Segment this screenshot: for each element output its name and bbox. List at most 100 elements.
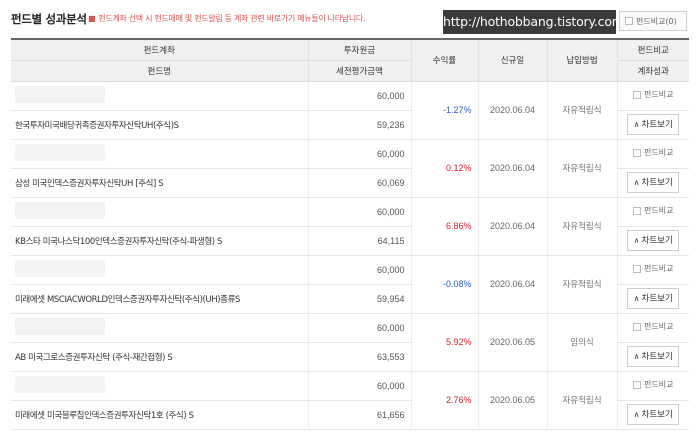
principal-cell: 60,000 [307, 313, 411, 343]
compare-cell[interactable]: 펀드비교 [616, 81, 689, 111]
eval-amount-cell: 61,656 [307, 400, 411, 430]
account-cell[interactable] [11, 255, 308, 285]
col-payment-method: 납입방법 [546, 38, 617, 82]
account-cell[interactable] [11, 81, 308, 111]
compare-checkbox[interactable]: 펀드비교 [633, 147, 673, 158]
payment-method-cell: 자유적립식 [546, 255, 617, 314]
compare-label: 펀드비교 [644, 322, 674, 332]
notice-text: ■ 펀드계좌 선택 시 펀드매매 및 펀드알림 등 계좌 관련 바로가기 메뉴들이… [88, 13, 366, 24]
col-fund-name: 펀드명 [11, 60, 308, 82]
chart-cell: ∧ 차트보기 [616, 342, 689, 372]
compare-label: 펀드비교 [644, 148, 674, 158]
fund-name-cell[interactable]: 미래에셋 미국블루칩인덱스증권투자신탁1호 (주식) S [11, 400, 308, 430]
masked-account [15, 143, 105, 161]
fund-performance-table: 펀드계좌 투자원금 수익률 신규일 납입방법 펀드비교 펀드명 세전평가금액 계… [11, 38, 689, 430]
return-rate-cell: -1.27% [410, 81, 478, 140]
fund-name-cell[interactable]: 삼성 미국인덱스증권자투자신탁UH [주식] S [11, 168, 308, 198]
fund-name-cell[interactable]: 한국투자미국배당귀족증권자투자신탁UH(주식)S [11, 110, 308, 140]
fund-row-top: 60,000 5.92% 2020.06.05 임의식 펀드비교 [11, 313, 689, 372]
new-date-cell: 2020.06.05 [477, 313, 547, 372]
eval-amount-cell: 59,236 [307, 110, 411, 140]
caret-up-icon: ∧ [633, 120, 640, 129]
account-cell[interactable] [11, 139, 308, 169]
account-cell[interactable] [11, 197, 308, 227]
chart-cell: ∧ 차트보기 [616, 168, 689, 198]
compare-cell[interactable]: 펀드비교 [616, 255, 689, 285]
principal-cell: 60,000 [307, 139, 411, 169]
col-return-rate: 수익률 [410, 38, 478, 82]
eval-amount-cell: 60,069 [307, 168, 411, 198]
chart-cell: ∧ 차트보기 [616, 226, 689, 256]
caret-up-icon: ∧ [633, 236, 640, 245]
chart-view-button[interactable]: ∧ 차트보기 [627, 404, 680, 425]
return-rate-cell: 2.76% [410, 371, 478, 430]
chart-view-label: 차트보기 [641, 236, 673, 246]
new-date-cell: 2020.06.05 [477, 371, 547, 430]
compare-cell[interactable]: 펀드비교 [616, 197, 689, 227]
col-compare: 펀드비교 [616, 38, 689, 61]
chart-view-button[interactable]: ∧ 차트보기 [627, 346, 680, 367]
col-account: 펀드계좌 [11, 38, 308, 61]
bullet-icon: ■ [88, 14, 96, 23]
new-date-cell: 2020.06.04 [477, 255, 547, 314]
fund-name-cell[interactable]: AB 미국그로스증권투자신탁 (주식-재간접형) S [11, 342, 308, 372]
return-rate-cell: 0.12% [410, 139, 478, 198]
chart-view-button[interactable]: ∧ 차트보기 [627, 230, 680, 251]
chart-view-button[interactable]: ∧ 차트보기 [627, 172, 680, 193]
col-principal: 투자원금 [307, 38, 411, 61]
fund-row-top: 60,000 2.76% 2020.06.05 자유적립식 펀드비교 [11, 371, 689, 430]
caret-up-icon: ∧ [633, 294, 640, 303]
checkbox-icon [633, 206, 642, 215]
caret-up-icon: ∧ [633, 352, 640, 361]
fund-name-cell[interactable]: KB스타 미국나스닥100인덱스증권자투자신탁(주식-파생형) S [11, 226, 308, 256]
caret-up-icon: ∧ [633, 410, 640, 419]
new-date-cell: 2020.06.04 [477, 81, 547, 140]
page-title: 펀드별 성과분석 [11, 12, 87, 26]
masked-account [15, 317, 105, 335]
masked-account [15, 85, 105, 103]
col-account-result: 계좌성과 [616, 60, 689, 82]
compare-cell[interactable]: 펀드비교 [616, 313, 689, 343]
new-date-cell: 2020.06.04 [477, 139, 547, 198]
account-cell[interactable] [11, 313, 308, 343]
fund-row-top: 60,000 6.86% 2020.06.04 자유적립식 펀드비교 [11, 197, 689, 256]
checkbox-icon [633, 148, 642, 157]
chart-view-label: 차트보기 [641, 294, 673, 304]
chart-view-label: 차트보기 [641, 410, 673, 420]
compare-cell[interactable]: 펀드비교 [616, 139, 689, 169]
chart-view-button[interactable]: ∧ 차트보기 [627, 288, 680, 309]
eval-amount-cell: 63,553 [307, 342, 411, 372]
chart-view-label: 차트보기 [641, 352, 673, 362]
chart-cell: ∧ 차트보기 [616, 110, 689, 140]
chart-view-label: 차트보기 [641, 120, 673, 130]
masked-account [15, 375, 105, 393]
payment-method-cell: 자유적립식 [546, 371, 617, 430]
payment-method-cell: 임의식 [546, 313, 617, 372]
masked-account [15, 201, 105, 219]
compare-checkbox[interactable]: 펀드비교 [633, 321, 673, 332]
principal-cell: 60,000 [307, 81, 411, 111]
top-bar: 펀드별 성과분석 ■ 펀드계좌 선택 시 펀드매매 및 펀드알림 등 계좌 관련 … [0, 0, 700, 36]
compare-label: 펀드비교 [644, 380, 674, 390]
account-cell[interactable] [11, 371, 308, 401]
compare-checkbox[interactable]: 펀드비교 [633, 89, 673, 100]
compare-all-button[interactable]: 펀드비교(0) [619, 11, 687, 31]
compare-checkbox[interactable]: 펀드비교 [633, 379, 673, 390]
chart-cell: ∧ 차트보기 [616, 284, 689, 314]
compare-checkbox[interactable]: 펀드비교 [633, 205, 673, 216]
principal-cell: 60,000 [307, 371, 411, 401]
compare-cell[interactable]: 펀드비교 [616, 371, 689, 401]
payment-method-cell: 자유적립식 [546, 81, 617, 140]
compare-label: 펀드비교 [644, 264, 674, 274]
fund-row-top: 60,000 0.12% 2020.06.04 자유적립식 펀드비교 [11, 139, 689, 198]
payment-method-cell: 자유적립식 [546, 197, 617, 256]
checkbox-icon [625, 17, 633, 25]
eval-amount-cell: 59,954 [307, 284, 411, 314]
fund-name-cell[interactable]: 미래에셋 MSCIACWORLD인덱스증권자투자신탁(주식)(UH)종류S [11, 284, 308, 314]
col-eval-amount: 세전평가금액 [307, 60, 411, 82]
return-rate-cell: -0.08% [410, 255, 478, 314]
compare-checkbox[interactable]: 펀드비교 [633, 263, 673, 274]
return-rate-cell: 6.86% [410, 197, 478, 256]
chart-view-button[interactable]: ∧ 차트보기 [627, 114, 680, 135]
checkbox-icon [633, 264, 642, 273]
